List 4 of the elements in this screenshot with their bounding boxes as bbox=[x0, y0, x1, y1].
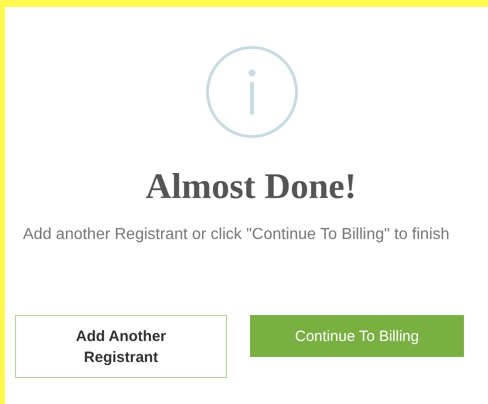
info-icon bbox=[205, 45, 299, 139]
add-button[interactable]: Add Another Registrant bbox=[15, 315, 227, 378]
dialog-message: Add another Registrant or click "Continue To Billing" to finish bbox=[23, 225, 450, 245]
dialog-title: Almost Done! bbox=[144, 165, 358, 208]
